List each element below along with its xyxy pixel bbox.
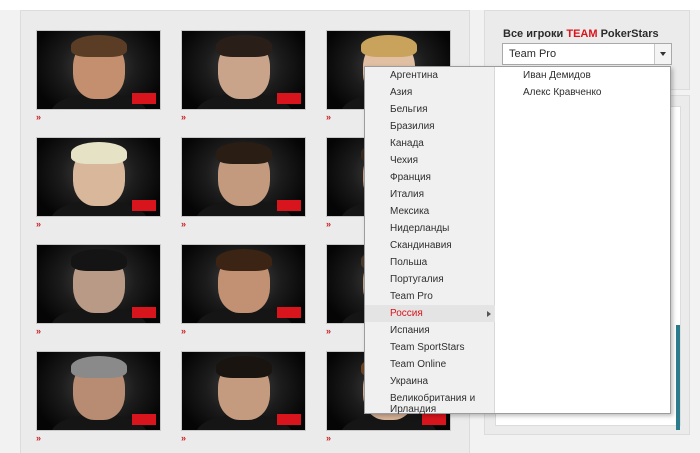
dropdown-item[interactable]: Чехия xyxy=(365,152,495,169)
photo-hair xyxy=(216,356,272,378)
pro-badge xyxy=(132,200,156,211)
dropdown-item-label: Team Online xyxy=(390,359,447,370)
dropdown-item[interactable]: Team Online xyxy=(365,356,495,373)
dropdown-item[interactable]: Аргентина xyxy=(365,67,495,84)
player-photo[interactable] xyxy=(36,137,161,217)
dropdown-list: Аргентина Азия Бельгия Бразилия Канада Чехия Ф… xyxy=(365,67,495,416)
dropdown-item[interactable]: Португалия xyxy=(365,271,495,288)
top-strip xyxy=(0,0,700,10)
dropdown-item-label: Team Pro xyxy=(390,291,433,302)
player-photo[interactable] xyxy=(181,137,306,217)
arrow-right-icon: » xyxy=(326,326,332,336)
player-photo[interactable] xyxy=(181,351,306,431)
player-photo[interactable] xyxy=(181,30,306,110)
dropdown-item-label: Канада xyxy=(390,138,424,149)
arrow-right-icon: » xyxy=(181,433,187,443)
player-photo[interactable] xyxy=(36,30,161,110)
photo-hair xyxy=(71,35,127,57)
player-name-link[interactable]: » xyxy=(36,433,186,444)
dropdown-item[interactable]: Team Pro xyxy=(365,288,495,305)
dropdown-item[interactable]: Азия xyxy=(365,84,495,101)
team-dropdown-menu: Аргентина Азия Бельгия Бразилия Канада Чехия Ф… xyxy=(364,66,671,416)
team-select[interactable]: Team Pro xyxy=(502,43,672,65)
scrollbar-thumb[interactable] xyxy=(676,325,680,430)
dropdown-item-label: Нидерланды xyxy=(390,223,450,234)
dropdown-item-label: Испания xyxy=(390,325,430,336)
player-name-link[interactable]: » xyxy=(36,112,186,123)
player-name-link[interactable]: » xyxy=(36,326,186,337)
submenu-player-item[interactable]: Иван Демидов xyxy=(523,70,591,81)
pro-badge xyxy=(277,200,301,211)
player-photo[interactable] xyxy=(36,351,161,431)
dropdown-item[interactable]: Украина xyxy=(365,373,495,390)
dropdown-item[interactable]: Team SportStars xyxy=(365,339,495,356)
photo-hair xyxy=(71,142,127,164)
team-filter-title: Все игроки TEAM PokerStars xyxy=(503,28,659,40)
player-name-link[interactable]: » xyxy=(181,219,331,230)
dropdown-item-label: Чехия xyxy=(390,155,419,166)
photo-hair xyxy=(216,249,272,271)
dropdown-item-label: Бразилия xyxy=(390,121,435,132)
dropdown-item[interactable]: Мексика xyxy=(365,203,495,220)
dropdown-item-label: Аргентина xyxy=(390,70,438,81)
photo-hair xyxy=(71,356,127,378)
player-name-link[interactable]: » xyxy=(181,326,331,337)
player-name-link[interactable]: » xyxy=(181,433,331,444)
page: »»»»»»»»»»»» Все игроки TEAM PokerStars … xyxy=(0,0,700,453)
dropdown-item[interactable]: Франция xyxy=(365,169,495,186)
dropdown-item[interactable]: Скандинавия xyxy=(365,237,495,254)
dropdown-item[interactable]: Нидерланды xyxy=(365,220,495,237)
submenu-player-item[interactable]: Алекс Кравченко xyxy=(523,87,602,98)
photo-hair xyxy=(361,35,417,57)
pro-badge xyxy=(277,414,301,425)
photo-hair xyxy=(216,35,272,57)
dropdown-item[interactable]: Россия xyxy=(365,305,495,322)
pro-badge xyxy=(132,307,156,318)
player-name-link[interactable]: » xyxy=(326,433,469,444)
dropdown-item-label: Россия xyxy=(390,308,423,319)
arrow-right-icon: » xyxy=(36,326,42,336)
dropdown-item-label: Азия xyxy=(390,87,413,98)
arrow-right-icon: » xyxy=(181,112,187,122)
dropdown-item[interactable]: Великобритания и Ирландия xyxy=(365,390,495,416)
dropdown-item[interactable]: Италия xyxy=(365,186,495,203)
arrow-right-icon: » xyxy=(326,433,332,443)
arrow-right-icon: » xyxy=(181,326,187,336)
arrow-right-icon: » xyxy=(326,219,332,229)
dropdown-item[interactable]: Канада xyxy=(365,135,495,152)
player-name-link[interactable]: » xyxy=(36,219,186,230)
dropdown-item-label: Франция xyxy=(390,172,431,183)
photo-hair xyxy=(216,142,272,164)
dropdown-item-label: Бельгия xyxy=(390,104,428,115)
player-name-link[interactable]: » xyxy=(181,112,331,123)
arrow-right-icon: » xyxy=(36,433,42,443)
dropdown-item-label: Скандинавия xyxy=(390,240,452,251)
player-photo[interactable] xyxy=(36,244,161,324)
dropdown-item-label: Италия xyxy=(390,189,425,200)
arrow-right-icon: » xyxy=(326,112,332,122)
team-select-value: Team Pro xyxy=(509,48,557,60)
dropdown-item[interactable]: Бельгия xyxy=(365,101,495,118)
arrow-right-icon: » xyxy=(36,219,42,229)
chevron-down-icon xyxy=(660,52,666,56)
dropdown-item-label: Мексика xyxy=(390,206,430,217)
submenu-arrow-icon xyxy=(487,311,491,317)
pro-badge xyxy=(132,93,156,104)
dropdown-item[interactable]: Испания xyxy=(365,322,495,339)
arrow-right-icon: » xyxy=(36,112,42,122)
dropdown-item-label: Великобритания и Ирландия xyxy=(390,393,476,415)
dropdown-item[interactable]: Польша xyxy=(365,254,495,271)
dropdown-item-label: Польша xyxy=(390,257,428,268)
player-photo[interactable] xyxy=(181,244,306,324)
arrow-right-icon: » xyxy=(181,219,187,229)
dropdown-item-label: Португалия xyxy=(390,274,444,285)
dropdown-item-label: Team SportStars xyxy=(390,342,465,353)
photo-hair xyxy=(71,249,127,271)
pro-badge xyxy=(277,307,301,318)
pro-badge xyxy=(132,414,156,425)
dropdown-item[interactable]: Бразилия xyxy=(365,118,495,135)
dropdown-item-label: Украина xyxy=(390,376,429,387)
select-toggle-button[interactable] xyxy=(654,44,671,64)
pro-badge xyxy=(277,93,301,104)
